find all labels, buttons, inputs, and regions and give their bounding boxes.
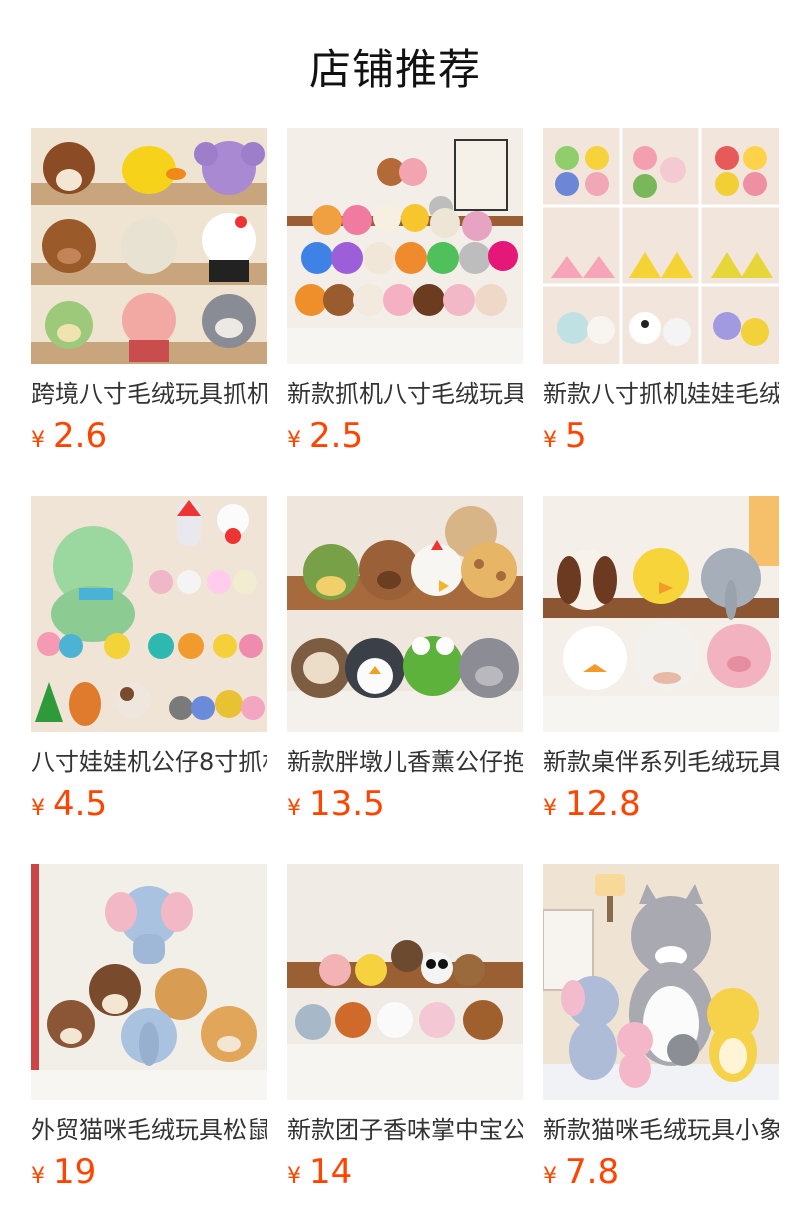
product-card[interactable]: 新款猫咪毛绒玩具小象 ¥7.8 <box>543 864 779 1198</box>
product-name[interactable]: 新款猫咪毛绒玩具小象 <box>543 1114 779 1146</box>
currency-symbol: ¥ <box>31 428 45 453</box>
price-value: 7.8 <box>565 1152 620 1192</box>
product-image[interactable] <box>287 128 523 364</box>
page-title: 店铺推荐 <box>308 45 481 94</box>
product-name[interactable]: 新款团子香味掌中宝公 <box>287 1114 523 1146</box>
currency-symbol: ¥ <box>543 428 557 453</box>
currency-symbol: ¥ <box>287 428 301 453</box>
price-value: 12.8 <box>565 784 641 824</box>
currency-symbol: ¥ <box>31 1164 45 1189</box>
product-price: ¥7.8 <box>543 1152 779 1198</box>
price-value: 19 <box>53 1152 97 1192</box>
product-image[interactable] <box>543 496 779 732</box>
currency-symbol: ¥ <box>543 1164 557 1189</box>
price-value: 4.5 <box>53 784 108 824</box>
price-value: 2.5 <box>309 416 364 456</box>
product-name[interactable]: 新款抓机八寸毛绒玩具 <box>287 378 523 410</box>
product-name[interactable]: 八寸娃娃机公仔8寸抓机 <box>31 746 267 778</box>
product-image[interactable] <box>287 496 523 732</box>
currency-symbol: ¥ <box>31 796 45 821</box>
product-image[interactable] <box>31 864 267 1100</box>
product-image[interactable] <box>31 496 267 732</box>
price-value: 2.6 <box>53 416 108 456</box>
product-card[interactable]: 新款八寸抓机娃娃毛绒 ¥5 <box>543 128 779 462</box>
product-name[interactable]: 新款桌伴系列毛绒玩具 <box>543 746 779 778</box>
product-price: ¥4.5 <box>31 784 267 830</box>
product-price: ¥14 <box>287 1152 523 1198</box>
currency-symbol: ¥ <box>287 796 301 821</box>
product-name[interactable]: 跨境八寸毛绒玩具抓机 <box>31 378 267 410</box>
product-card[interactable]: 新款团子香味掌中宝公 ¥14 <box>287 864 523 1198</box>
product-price: ¥2.6 <box>31 416 267 462</box>
product-image[interactable] <box>31 128 267 364</box>
product-card[interactable]: 新款抓机八寸毛绒玩具 ¥2.5 <box>287 128 523 462</box>
product-price: ¥13.5 <box>287 784 523 830</box>
product-card[interactable]: 外贸猫咪毛绒玩具松鼠 ¥19 <box>31 864 267 1198</box>
product-name[interactable]: 外贸猫咪毛绒玩具松鼠 <box>31 1114 267 1146</box>
product-name[interactable]: 新款胖墩儿香薰公仔抱 <box>287 746 523 778</box>
product-name[interactable]: 新款八寸抓机娃娃毛绒 <box>543 378 779 410</box>
product-price: ¥19 <box>31 1152 267 1198</box>
product-card[interactable]: 跨境八寸毛绒玩具抓机 ¥2.6 <box>31 128 267 462</box>
product-image[interactable] <box>543 128 779 364</box>
product-price: ¥12.8 <box>543 784 779 830</box>
product-card[interactable]: 新款胖墩儿香薰公仔抱 ¥13.5 <box>287 496 523 830</box>
currency-symbol: ¥ <box>287 1164 301 1189</box>
price-value: 13.5 <box>309 784 385 824</box>
product-image[interactable] <box>287 864 523 1100</box>
product-card[interactable]: 八寸娃娃机公仔8寸抓机 ¥4.5 <box>31 496 267 830</box>
price-value: 14 <box>309 1152 353 1192</box>
product-card[interactable]: 新款桌伴系列毛绒玩具 ¥12.8 <box>543 496 779 830</box>
product-price: ¥5 <box>543 416 779 462</box>
price-value: 5 <box>565 416 587 456</box>
product-image[interactable] <box>543 864 779 1100</box>
currency-symbol: ¥ <box>543 796 557 821</box>
product-price: ¥2.5 <box>287 416 523 462</box>
